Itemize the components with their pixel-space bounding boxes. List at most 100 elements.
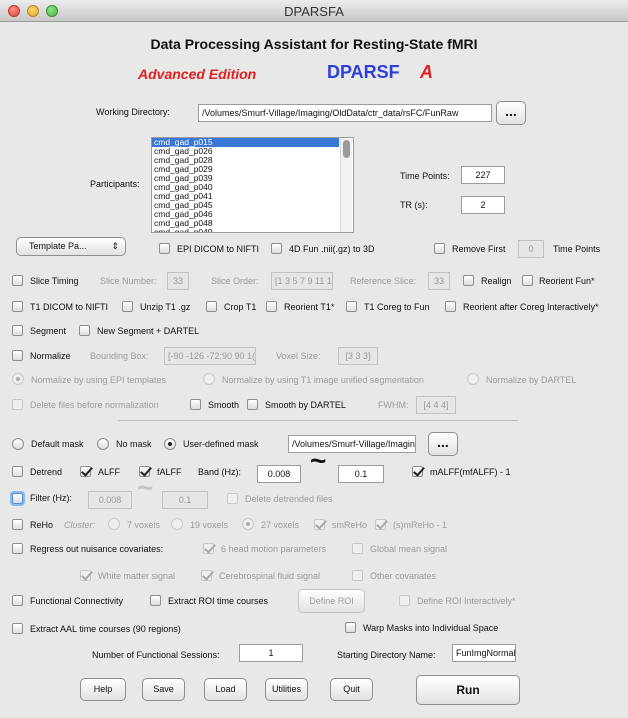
template-parameters-select[interactable]: Template Pa... ⇕ <box>16 237 126 256</box>
brand-logo: DPARSF <box>327 62 400 82</box>
cluster-19-label: 19 voxels <box>190 520 229 530</box>
extract-aal-checkbox[interactable] <box>12 623 23 634</box>
starting-dir-label: Starting Directory Name: <box>337 650 436 660</box>
smooth-checkbox[interactable] <box>190 399 201 410</box>
filter-checkbox[interactable] <box>12 493 23 504</box>
template-select-label: Template Pa... <box>29 241 87 251</box>
detrend-label: Detrend <box>30 467 63 477</box>
cluster-7-radio[interactable] <box>108 518 120 530</box>
warp-masks-label: Warp Masks into Individual Space <box>363 623 499 633</box>
global-mean-checkbox[interactable] <box>352 543 363 554</box>
other-covariates-label: Other covariates <box>370 571 437 581</box>
participants-list[interactable]: cmd_gad_p015 cmd_gad_p026 cmd_gad_p028 c… <box>151 137 354 233</box>
t1-dicom-checkbox[interactable] <box>12 301 23 312</box>
starting-dir-input[interactable]: FunImgNormaliz <box>452 644 516 662</box>
cluster-19-radio[interactable] <box>171 518 183 530</box>
alff-checkbox[interactable] <box>80 466 91 477</box>
cluster-27-label: 27 voxels <box>261 520 300 530</box>
remove-first-input[interactable]: 0 <box>518 240 544 258</box>
smreho-minus-checkbox[interactable] <box>375 519 386 530</box>
define-roi-button[interactable]: Define ROI <box>298 589 365 613</box>
segment-checkbox[interactable] <box>12 325 23 336</box>
quit-button[interactable]: Quit <box>330 678 373 701</box>
extract-aal-label: Extract AAL time courses (90 regions) <box>30 624 181 634</box>
load-button[interactable]: Load <box>204 678 247 701</box>
band-low-input[interactable]: 0.008 <box>257 465 301 483</box>
extract-roi-checkbox[interactable] <box>150 595 161 606</box>
functional-connectivity-label: Functional Connectivity <box>30 596 124 606</box>
reference-slice-input[interactable]: 33 <box>428 272 450 290</box>
working-dir-input[interactable]: /Volumes/Smurf-Village/Imaging/OldData/c… <box>198 104 492 122</box>
delete-files-checkbox[interactable] <box>12 399 23 410</box>
normalize-t1-radio[interactable] <box>203 373 215 385</box>
head-motion-label: 6 head motion parameters <box>221 544 327 554</box>
head-motion-checkbox[interactable] <box>203 543 214 554</box>
smreho-checkbox[interactable] <box>314 519 325 530</box>
crop-t1-checkbox[interactable] <box>206 301 217 312</box>
reho-checkbox[interactable] <box>12 519 23 530</box>
slice-timing-checkbox[interactable] <box>12 275 23 286</box>
no-mask-label: No mask <box>116 439 152 449</box>
smooth-dartel-label: Smooth by DARTEL <box>265 400 346 410</box>
normalize-checkbox[interactable] <box>12 350 23 361</box>
delete-detrended-checkbox[interactable] <box>227 493 238 504</box>
new-segment-label: New Segment + DARTEL <box>97 326 200 336</box>
fun4d-checkbox[interactable] <box>271 243 282 254</box>
band-tilde: ~ <box>310 445 327 476</box>
regress-nuisance-checkbox[interactable] <box>12 543 23 554</box>
time-points-input[interactable]: 227 <box>461 166 505 184</box>
reorient-after-coreg-label: Reorient after Coreg Interactively* <box>463 302 599 312</box>
default-mask-radio[interactable] <box>12 438 24 450</box>
save-button[interactable]: Save <box>142 678 185 701</box>
functional-connectivity-checkbox[interactable] <box>12 595 23 606</box>
tr-input[interactable]: 2 <box>461 196 505 214</box>
working-dir-browse-button[interactable]: ... <box>496 101 526 125</box>
slice-number-input[interactable]: 33 <box>167 272 189 290</box>
fwhm-label: FWHM: <box>378 400 409 410</box>
no-mask-radio[interactable] <box>97 438 109 450</box>
normalize-dartel-radio[interactable] <box>467 373 479 385</box>
unzip-t1-checkbox[interactable] <box>122 301 133 312</box>
mask-path-input[interactable]: /Volumes/Smurf-Village/Imagin <box>288 435 416 453</box>
malff-checkbox[interactable] <box>412 466 423 477</box>
reorient-t1-checkbox[interactable] <box>266 301 277 312</box>
mask-browse-button[interactable]: ... <box>428 432 458 456</box>
cluster-27-radio[interactable] <box>242 518 254 530</box>
other-covariates-checkbox[interactable] <box>352 570 363 581</box>
filter-low-input[interactable]: 0.008 <box>88 491 132 509</box>
reorient-fun-checkbox[interactable] <box>522 275 533 286</box>
participants-scrollbar[interactable] <box>340 138 352 232</box>
help-button[interactable]: Help <box>80 678 126 701</box>
bounding-box-input[interactable]: [-90 -126 -72;90 90 1( <box>164 347 256 365</box>
functional-sessions-input[interactable]: 1 <box>239 644 303 662</box>
warp-masks-checkbox[interactable] <box>345 622 356 633</box>
filter-label: Filter (Hz): <box>30 493 72 503</box>
detrend-checkbox[interactable] <box>12 466 23 477</box>
list-item[interactable]: cmd_gad_p049 <box>152 228 353 233</box>
define-roi-interactive-checkbox[interactable] <box>399 595 410 606</box>
utilities-button[interactable]: Utilities <box>265 678 308 701</box>
t1-coreg-checkbox[interactable] <box>346 301 357 312</box>
run-button[interactable]: Run <box>416 675 520 705</box>
realign-label: Realign <box>481 276 512 286</box>
band-high-input[interactable]: 0.1 <box>338 465 384 483</box>
reorient-after-coreg-checkbox[interactable] <box>445 301 456 312</box>
fun4d-label: 4D Fun .nii(.gz) to 3D <box>289 244 375 254</box>
voxel-size-input[interactable]: [3 3 3] <box>338 347 378 365</box>
bounding-box-label: Bounding Box: <box>90 351 149 361</box>
normalize-epi-radio[interactable] <box>12 373 24 385</box>
filter-high-input[interactable]: 0.1 <box>162 491 208 509</box>
scrollbar-thumb[interactable] <box>343 140 350 158</box>
time-points-label: Time Points: <box>400 171 450 181</box>
fwhm-input[interactable]: [4 4 4] <box>416 396 456 414</box>
csf-checkbox[interactable] <box>201 570 212 581</box>
select-arrows-icon: ⇕ <box>111 241 119 251</box>
user-defined-mask-radio[interactable] <box>164 438 176 450</box>
white-matter-checkbox[interactable] <box>80 570 91 581</box>
epi-dicom-checkbox[interactable] <box>159 243 170 254</box>
slice-order-input[interactable]: [1 3 5 7 9 11 1 <box>271 272 333 290</box>
realign-checkbox[interactable] <box>463 275 474 286</box>
new-segment-checkbox[interactable] <box>79 325 90 336</box>
smooth-dartel-checkbox[interactable] <box>247 399 258 410</box>
remove-first-checkbox[interactable] <box>434 243 445 254</box>
